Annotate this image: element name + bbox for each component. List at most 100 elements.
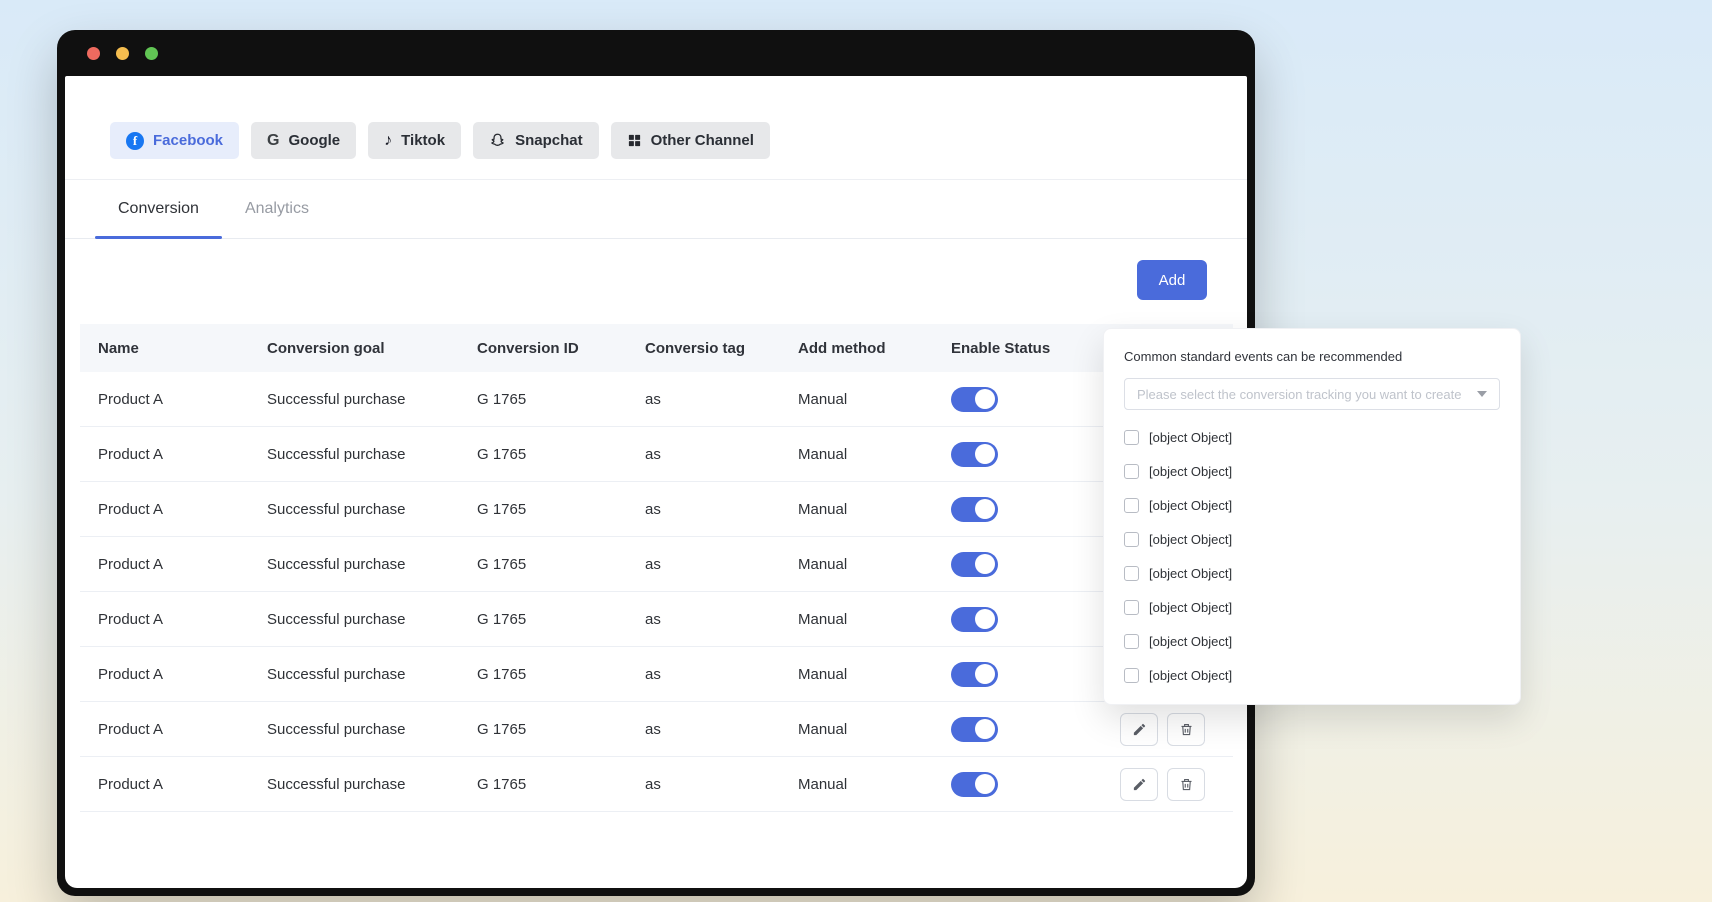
checkbox-icon[interactable] (1124, 498, 1139, 513)
cell-name: Product A (80, 776, 249, 793)
cell-method: Manual (780, 391, 933, 408)
checkbox-icon[interactable] (1124, 430, 1139, 445)
toggle-knob (975, 444, 995, 464)
event-option[interactable]: [object Object] (1124, 420, 1500, 454)
header-tag: Conversio tag (627, 340, 780, 357)
header-name: Name (80, 340, 249, 357)
event-option[interactable]: [object Object] (1124, 624, 1500, 658)
toggle-knob (975, 609, 995, 629)
cell-name: Product A (80, 611, 249, 628)
cell-goal: Successful purchase (249, 501, 459, 518)
trash-icon (1179, 722, 1194, 737)
cell-goal: Successful purchase (249, 556, 459, 573)
checkbox-icon[interactable] (1124, 600, 1139, 615)
window-titlebar (57, 30, 1255, 76)
cell-name: Product A (80, 556, 249, 573)
close-button[interactable] (87, 47, 100, 60)
cell-id: G 1765 (459, 501, 627, 518)
chevron-down-icon (1477, 391, 1487, 397)
checkbox-icon[interactable] (1124, 566, 1139, 581)
table-row: Product A Successful purchase G 1765 as … (80, 482, 1233, 537)
enable-toggle[interactable] (951, 662, 998, 687)
event-option-label: [object Object] (1149, 566, 1232, 581)
table-row: Product A Successful purchase G 1765 as … (80, 427, 1233, 482)
tab-conversion[interactable]: Conversion (95, 180, 222, 238)
event-option-label: [object Object] (1149, 532, 1232, 547)
event-option-label: [object Object] (1149, 498, 1232, 513)
channel-other[interactable]: Other Channel (611, 122, 770, 159)
channel-google[interactable]: G Google (251, 122, 356, 159)
toggle-knob (975, 389, 995, 409)
enable-toggle[interactable] (951, 607, 998, 632)
event-option-label: [object Object] (1149, 464, 1232, 479)
event-option[interactable]: [object Object] (1124, 488, 1500, 522)
channel-tiktok[interactable]: ♪ Tiktok (368, 122, 461, 159)
cell-name: Product A (80, 446, 249, 463)
cell-tag: as (627, 776, 780, 793)
checkbox-icon[interactable] (1124, 532, 1139, 547)
table-row: Product A Successful purchase G 1765 as … (80, 592, 1233, 647)
header-id: Conversion ID (459, 340, 627, 357)
table-row: Product A Successful purchase G 1765 as … (80, 647, 1233, 702)
snapchat-icon (489, 132, 506, 149)
event-option[interactable]: [object Object] (1124, 590, 1500, 624)
cell-tag: as (627, 666, 780, 683)
event-option-label: [object Object] (1149, 430, 1232, 445)
cell-tag: as (627, 446, 780, 463)
tab-analytics[interactable]: Analytics (222, 180, 332, 238)
channel-label: Other Channel (651, 132, 754, 149)
table-body: Product A Successful purchase G 1765 as … (80, 372, 1233, 812)
event-option[interactable]: [object Object] (1124, 522, 1500, 556)
enable-toggle[interactable] (951, 772, 998, 797)
cell-tag: as (627, 501, 780, 518)
event-option-label: [object Object] (1149, 668, 1232, 683)
zoom-button[interactable] (145, 47, 158, 60)
edit-button[interactable] (1120, 768, 1158, 801)
channel-snapchat[interactable]: Snapchat (473, 122, 599, 159)
edit-button[interactable] (1120, 713, 1158, 746)
event-option[interactable]: [object Object] (1124, 658, 1500, 692)
cell-tag: as (627, 391, 780, 408)
toggle-knob (975, 554, 995, 574)
cell-status (933, 607, 1102, 632)
cell-actions (1102, 768, 1233, 801)
checkbox-icon[interactable] (1124, 668, 1139, 683)
cell-goal: Successful purchase (249, 391, 459, 408)
pencil-icon (1132, 722, 1147, 737)
cell-tag: as (627, 556, 780, 573)
event-option[interactable]: [object Object] (1124, 454, 1500, 488)
enable-toggle[interactable] (951, 442, 998, 467)
enable-toggle[interactable] (951, 552, 998, 577)
select-placeholder: Please select the conversion tracking yo… (1137, 387, 1461, 402)
cell-goal: Successful purchase (249, 666, 459, 683)
checkbox-icon[interactable] (1124, 464, 1139, 479)
conversion-type-select[interactable]: Please select the conversion tracking yo… (1124, 378, 1500, 410)
channel-label: Facebook (153, 132, 223, 149)
enable-toggle[interactable] (951, 717, 998, 742)
add-button[interactable]: Add (1137, 260, 1207, 300)
toggle-knob (975, 499, 995, 519)
cell-tag: as (627, 611, 780, 628)
cell-id: G 1765 (459, 666, 627, 683)
checkbox-icon[interactable] (1124, 634, 1139, 649)
cell-name: Product A (80, 391, 249, 408)
delete-button[interactable] (1167, 713, 1205, 746)
cell-method: Manual (780, 611, 933, 628)
enable-toggle[interactable] (951, 387, 998, 412)
tiktok-icon: ♪ (384, 132, 392, 150)
event-option[interactable]: [object Object] (1124, 556, 1500, 590)
cell-goal: Successful purchase (249, 776, 459, 793)
cell-method: Manual (780, 446, 933, 463)
event-option-label: [object Object] (1149, 600, 1232, 615)
enable-toggle[interactable] (951, 497, 998, 522)
cell-method: Manual (780, 501, 933, 518)
minimize-button[interactable] (116, 47, 129, 60)
cell-id: G 1765 (459, 391, 627, 408)
channel-facebook[interactable]: f Facebook (110, 122, 239, 159)
cell-method: Manual (780, 721, 933, 738)
cell-status (933, 662, 1102, 687)
channel-bar: f Facebook G Google ♪ Tiktok Snapchat (65, 76, 1247, 180)
delete-button[interactable] (1167, 768, 1205, 801)
table-row: Product A Successful purchase G 1765 as … (80, 757, 1233, 812)
cell-tag: as (627, 721, 780, 738)
